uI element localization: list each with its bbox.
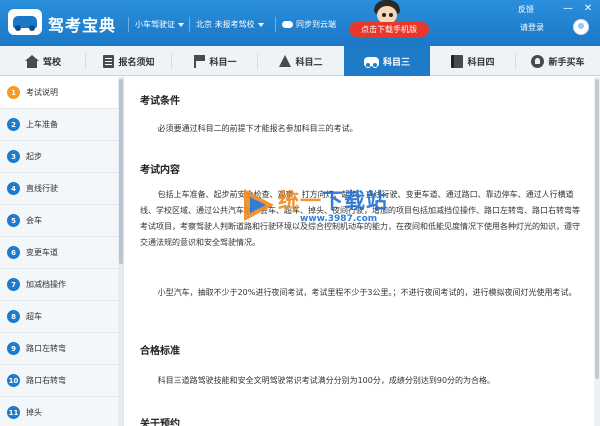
sidebar-item-label: 超车 [26, 312, 42, 321]
sidebar-item-label: 考试说明 [26, 88, 58, 97]
sidebar-item-label: 路口右转弯 [26, 376, 66, 385]
tab-label: 科目一 [209, 57, 237, 68]
tab-subject-three[interactable]: 科目三 [344, 46, 430, 76]
sidebar-item-label: 上车准备 [26, 120, 58, 129]
tab-label: 科目四 [467, 57, 495, 68]
main-nav: 驾校 报名须知 科目一 科目二 科目三 科目四 新手买车 [0, 46, 600, 76]
section-paragraph: 科目三道路驾驶技能和安全文明驾驶常识考试满分分别为100分，成绩分别达到90分的… [157, 376, 496, 385]
sidebar-item-straight[interactable]: 4 直线行驶 [0, 173, 118, 205]
step-number: 10 [7, 374, 20, 387]
tab-label: 科目三 [382, 57, 410, 68]
license-selector-label: 小车驾驶证 [135, 20, 175, 29]
rocket-icon [531, 54, 545, 68]
app-title: 驾考宝典 [48, 16, 117, 35]
download-mobile-button[interactable]: 点击下载手机版 [349, 22, 429, 37]
book-icon [451, 54, 464, 68]
tab-label: 驾校 [42, 57, 61, 68]
tab-label: 新手买车 [548, 57, 585, 68]
chevron-down-icon [257, 22, 264, 27]
tab-label: 报名须知 [118, 57, 155, 68]
sidebar-item-start[interactable]: 3 起步 [0, 141, 118, 173]
step-number: 11 [7, 406, 20, 419]
avatar[interactable] [573, 19, 589, 35]
car-icon [363, 56, 379, 68]
car-logo-icon [13, 16, 37, 31]
sidebar-item-u-turn[interactable]: 11 掉头 [0, 397, 118, 426]
login-link[interactable]: 请登录 [520, 22, 544, 33]
sidebar-item-label: 路口左转弯 [26, 344, 66, 353]
section-paragraph: 小型汽车，抽取不少于20%进行夜间考试，考试里程不少于3公里。；不进行夜间考试的… [157, 288, 577, 297]
document-icon [103, 54, 115, 68]
tab-subject-two[interactable]: 科目二 [258, 46, 344, 76]
close-button[interactable]: ✕ [582, 3, 594, 14]
tab-registration[interactable]: 报名须知 [86, 46, 172, 76]
sidebar-item-meeting[interactable]: 5 会车 [0, 205, 118, 237]
cone-icon [279, 55, 292, 67]
step-number: 9 [7, 342, 20, 355]
app-logo [8, 9, 42, 35]
tab-driving-school[interactable]: 驾校 [0, 46, 86, 76]
site-watermark: 统一下载站 www.3987.com [244, 183, 396, 233]
step-number: 2 [7, 118, 20, 131]
step-number: 6 [7, 246, 20, 259]
sidebar-item-label: 直线行驶 [26, 184, 58, 193]
sidebar-item-label: 变更车道 [26, 248, 58, 257]
section-heading: 关于预约 [140, 419, 180, 426]
location-selector[interactable]: 北京 未报考驾校 [189, 17, 264, 32]
watermark-text-b: 下载站 [322, 189, 388, 213]
sync-label: 同步到云端 [296, 20, 336, 29]
flag-icon [193, 54, 206, 68]
cloud-icon [282, 21, 293, 28]
step-number: 7 [7, 278, 20, 291]
step-number: 3 [7, 150, 20, 163]
step-number: 1 [7, 86, 20, 99]
sidebar-item-label: 会车 [26, 216, 42, 225]
sidebar-scroll-thumb[interactable] [119, 79, 123, 264]
tab-new-car[interactable]: 新手买车 [516, 46, 600, 76]
location-selector-label: 北京 未报考驾校 [196, 20, 255, 29]
content-scroll-thumb[interactable] [595, 79, 599, 379]
sidebar-item-label: 起步 [26, 152, 42, 161]
content-panel: 考试条件 必须要通过科目二的前提下才能报名参加科目三的考试。 考试内容 包括上车… [124, 77, 600, 426]
section-heading: 考试条件 [140, 96, 180, 107]
sidebar-item-label: 加减档操作 [26, 280, 66, 289]
watermark-url: www.3987.com [300, 214, 378, 224]
sidebar-item-gear-shift[interactable]: 7 加减档操作 [0, 269, 118, 301]
step-number: 8 [7, 310, 20, 323]
sidebar-item-lane-change[interactable]: 6 变更车道 [0, 237, 118, 269]
sidebar: 1 考试说明 2 上车准备 3 起步 4 直线行驶 5 会车 6 变更车道 7 … [0, 77, 124, 426]
license-selector[interactable]: 小车驾驶证 [128, 17, 184, 32]
sidebar-item-left-turn[interactable]: 9 路口左转弯 [0, 333, 118, 365]
sync-button[interactable]: 同步到云端 [275, 17, 336, 32]
sidebar-item-exam-info[interactable]: 1 考试说明 [0, 77, 118, 109]
feedback-link[interactable]: 反馈 [518, 4, 534, 15]
watermark-text-a: 统一 [278, 189, 322, 213]
sidebar-item-label: 掉头 [26, 408, 42, 417]
tab-label: 科目二 [295, 57, 323, 68]
section-heading: 考试内容 [140, 165, 180, 176]
sidebar-item-right-turn[interactable]: 10 路口右转弯 [0, 365, 118, 397]
title-bar: 驾考宝典 小车驾驶证 北京 未报考驾校 同步到云端 点击下载手机版 反馈 — ✕… [0, 0, 600, 46]
sidebar-item-prep[interactable]: 2 上车准备 [0, 109, 118, 141]
sidebar-item-overtake[interactable]: 8 超车 [0, 301, 118, 333]
step-number: 4 [7, 182, 20, 195]
section-paragraph: 必须要通过科目二的前提下才能报名参加科目三的考试。 [157, 124, 358, 133]
section-heading: 合格标准 [140, 346, 180, 357]
step-number: 5 [7, 214, 20, 227]
minimize-button[interactable]: — [562, 3, 574, 14]
content-scrollbar[interactable] [594, 77, 600, 426]
tab-subject-one[interactable]: 科目一 [172, 46, 258, 76]
tab-subject-four[interactable]: 科目四 [430, 46, 516, 76]
home-icon [24, 54, 39, 68]
chevron-down-icon [178, 22, 184, 27]
